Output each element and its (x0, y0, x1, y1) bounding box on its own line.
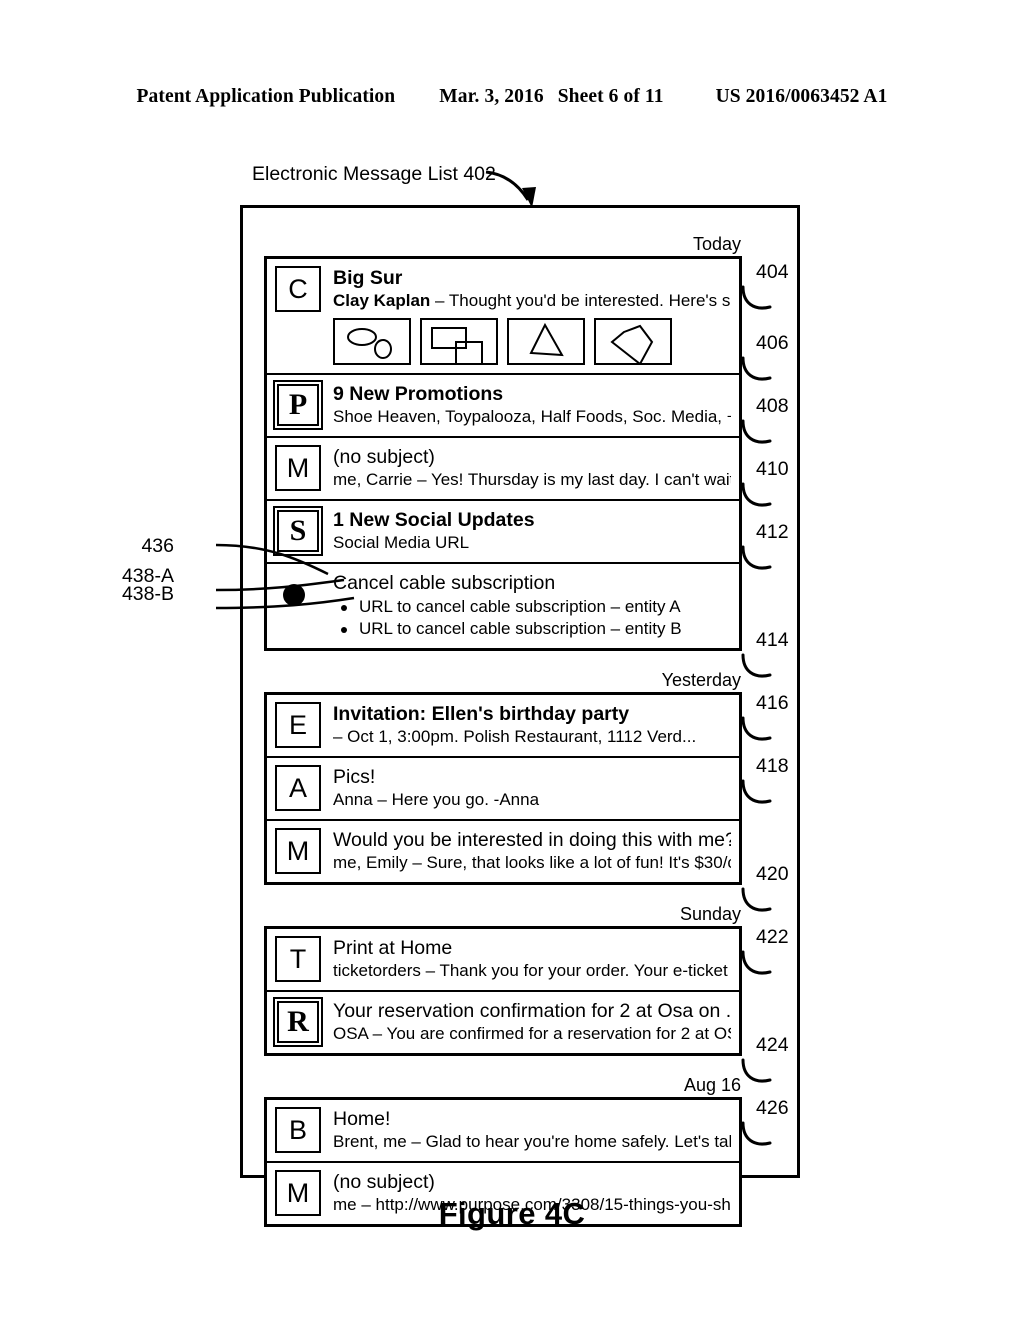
triangle-thumbnail[interactable] (507, 318, 585, 365)
reference-number: 410 (756, 458, 789, 480)
message-row[interactable]: P 9 New Promotions Shoe Heaven, Toypalooza… (267, 375, 739, 438)
message-snippet: me, Carrie – Yes! Thursday is my last da… (333, 470, 731, 489)
avatar: S (277, 510, 319, 552)
avatar: P (277, 384, 319, 426)
reference-number: 404 (756, 261, 789, 283)
message-subject: Pics! (333, 766, 376, 788)
message-row[interactable]: M Would you be interested in doing this w… (267, 821, 739, 882)
reference-number: 418 (756, 755, 789, 777)
attachment-thumbnail-strip (333, 318, 731, 365)
reference-number: 414 (756, 629, 789, 651)
message-body: 1 New Social Updates Social Media URL (333, 508, 731, 554)
message-body: Your reservation confirmation for 2 at O… (333, 999, 731, 1045)
message-subject: Would you be interested in doing this wi… (333, 829, 731, 851)
date-group: Sunday T Print at Home ticketorders – Thank… (264, 903, 742, 1056)
avatar: C (275, 266, 321, 312)
date-group-label: Today (692, 234, 741, 254)
left-reference-label: 438-B (121, 583, 174, 605)
date-group-label: Aug 16 (683, 1075, 741, 1095)
message-row[interactable]: T Print at Home ticketorders – Thank you f… (267, 929, 739, 992)
message-body: Invitation: Ellen's birthday party – Oct … (333, 702, 731, 748)
message-row[interactable]: A Pics! Anna – Here you go. -Anna (267, 758, 739, 821)
reference-number: 412 (756, 521, 789, 543)
reference-number: 424 (756, 1034, 789, 1056)
reference-number: 420 (756, 863, 789, 885)
electronic-message-list[interactable]: Today C Big Sur Clay Kaplan – Thought you'd… (264, 233, 742, 1227)
message-subject: Cancel cable subscription (333, 572, 556, 594)
avatar-dot-icon (275, 571, 321, 617)
figure-caption: Figure 4C (438, 1196, 586, 1231)
message-row[interactable]: S 1 New Social Updates Social Media URL (267, 501, 739, 564)
rectangles-thumbnail[interactable] (420, 318, 498, 365)
publication-date: Mar. 3, 2016 (439, 86, 544, 107)
message-body: 9 New Promotions Shoe Heaven, Toypalooza,… (333, 382, 731, 428)
avatar: M (275, 828, 321, 874)
message-body: Home! Brent, me – Glad to hear you're hom… (333, 1107, 731, 1153)
message-subject: Print at Home (333, 937, 453, 959)
avatar: M (275, 445, 321, 491)
message-sub-item[interactable]: URL to cancel cable subscription – entit… (333, 618, 731, 640)
message-snippet: Social Media URL (333, 533, 470, 552)
message-snippet: ticketorders – Thank you for your order.… (333, 961, 731, 980)
sheet-number: Sheet 6 of 11 (557, 86, 664, 107)
message-snippet: OSA – You are confirmed for a reservatio… (333, 1024, 731, 1043)
message-subject: Home! (333, 1108, 391, 1130)
message-row[interactable]: B Home! Brent, me – Glad to hear you're ho… (267, 1100, 739, 1163)
ellipses-thumbnail[interactable] (333, 318, 411, 365)
message-row[interactable]: Cancel cable subscription URL to cancel c… (267, 564, 739, 648)
avatar: B (275, 1107, 321, 1153)
message-subject: 9 New Promotions (333, 383, 504, 405)
message-body: Print at Home ticketorders – Thank you fo… (333, 936, 731, 982)
patent-number: US 2016/0063452 A1 (715, 86, 888, 107)
message-body: Pics! Anna – Here you go. -Anna (333, 765, 731, 811)
message-snippet: – Oct 1, 3:00pm. Polish Restaurant, 1112… (333, 727, 697, 746)
message-snippet: Clay Kaplan – Thought you'd be intereste… (333, 290, 731, 312)
message-row[interactable]: R Your reservation confirmation for 2 at … (267, 992, 739, 1053)
message-sender: Clay Kaplan (333, 291, 431, 310)
publication-title: Patent Application Publication (136, 86, 396, 107)
left-reference-label: 436 (141, 535, 174, 557)
date-group-label: Yesterday (661, 670, 741, 690)
message-group-box: T Print at Home ticketorders – Thank you f… (264, 926, 742, 1056)
message-row[interactable]: C Big Sur Clay Kaplan – Thought you'd be i… (267, 259, 739, 375)
date-group: Today C Big Sur Clay Kaplan – Thought you'd… (264, 233, 742, 651)
reference-number: 426 (756, 1097, 789, 1119)
message-row[interactable]: E Invitation: Ellen's birthday party – Oct… (267, 695, 739, 758)
reference-number: 416 (756, 692, 789, 714)
message-subject: (no subject) (333, 446, 435, 468)
reference-number: 408 (756, 395, 789, 417)
message-sub-item-list: URL to cancel cable subscription – entit… (333, 596, 731, 640)
date-group: Yesterday E Invitation: Ellen's birthday p… (264, 669, 742, 885)
avatar: T (275, 936, 321, 982)
message-snippet-text: – Thought you'd be interested. Here's so… (435, 291, 731, 310)
message-snippet: Anna – Here you go. -Anna (333, 790, 540, 809)
message-snippet: Brent, me – Glad to hear you're home saf… (333, 1132, 731, 1151)
message-group-box: E Invitation: Ellen's birthday party – Oct… (264, 692, 742, 885)
message-body: (no subject) me, Carrie – Yes! Thursday i… (333, 445, 731, 491)
date-group-label: Sunday (679, 904, 741, 924)
message-subject: (no subject) (333, 1171, 435, 1193)
reference-number: 406 (756, 332, 789, 354)
pentagon-thumbnail[interactable] (594, 318, 672, 365)
publication-header: Patent Application Publication Mar. 3, 2… (0, 86, 1024, 108)
message-row[interactable]: M (no subject) me, Carrie – Yes! Thursday … (267, 438, 739, 501)
avatar: R (277, 1001, 319, 1043)
message-snippet: me, Emily – Sure, that looks like a lot … (333, 853, 731, 872)
message-body: Big Sur Clay Kaplan – Thought you'd be in… (333, 266, 731, 365)
electronic-message-list-callout: Electronic Message List 402 (252, 163, 496, 185)
message-group-box: C Big Sur Clay Kaplan – Thought you'd be i… (264, 256, 742, 651)
message-subject: 1 New Social Updates (333, 509, 535, 531)
message-body: Would you be interested in doing this wi… (333, 828, 731, 874)
avatar: A (275, 765, 321, 811)
reference-number: 422 (756, 926, 789, 948)
message-sub-item[interactable]: URL to cancel cable subscription – entit… (333, 596, 731, 618)
message-snippet: Shoe Heaven, Toypalooza, Half Foods, Soc… (333, 407, 731, 426)
message-body: Cancel cable subscription URL to cancel c… (333, 571, 731, 640)
message-subject: Your reservation confirmation for 2 at O… (333, 1000, 731, 1022)
avatar: E (275, 702, 321, 748)
message-subject: Big Sur (333, 267, 403, 289)
message-subject: Invitation: Ellen's birthday party (333, 703, 630, 725)
